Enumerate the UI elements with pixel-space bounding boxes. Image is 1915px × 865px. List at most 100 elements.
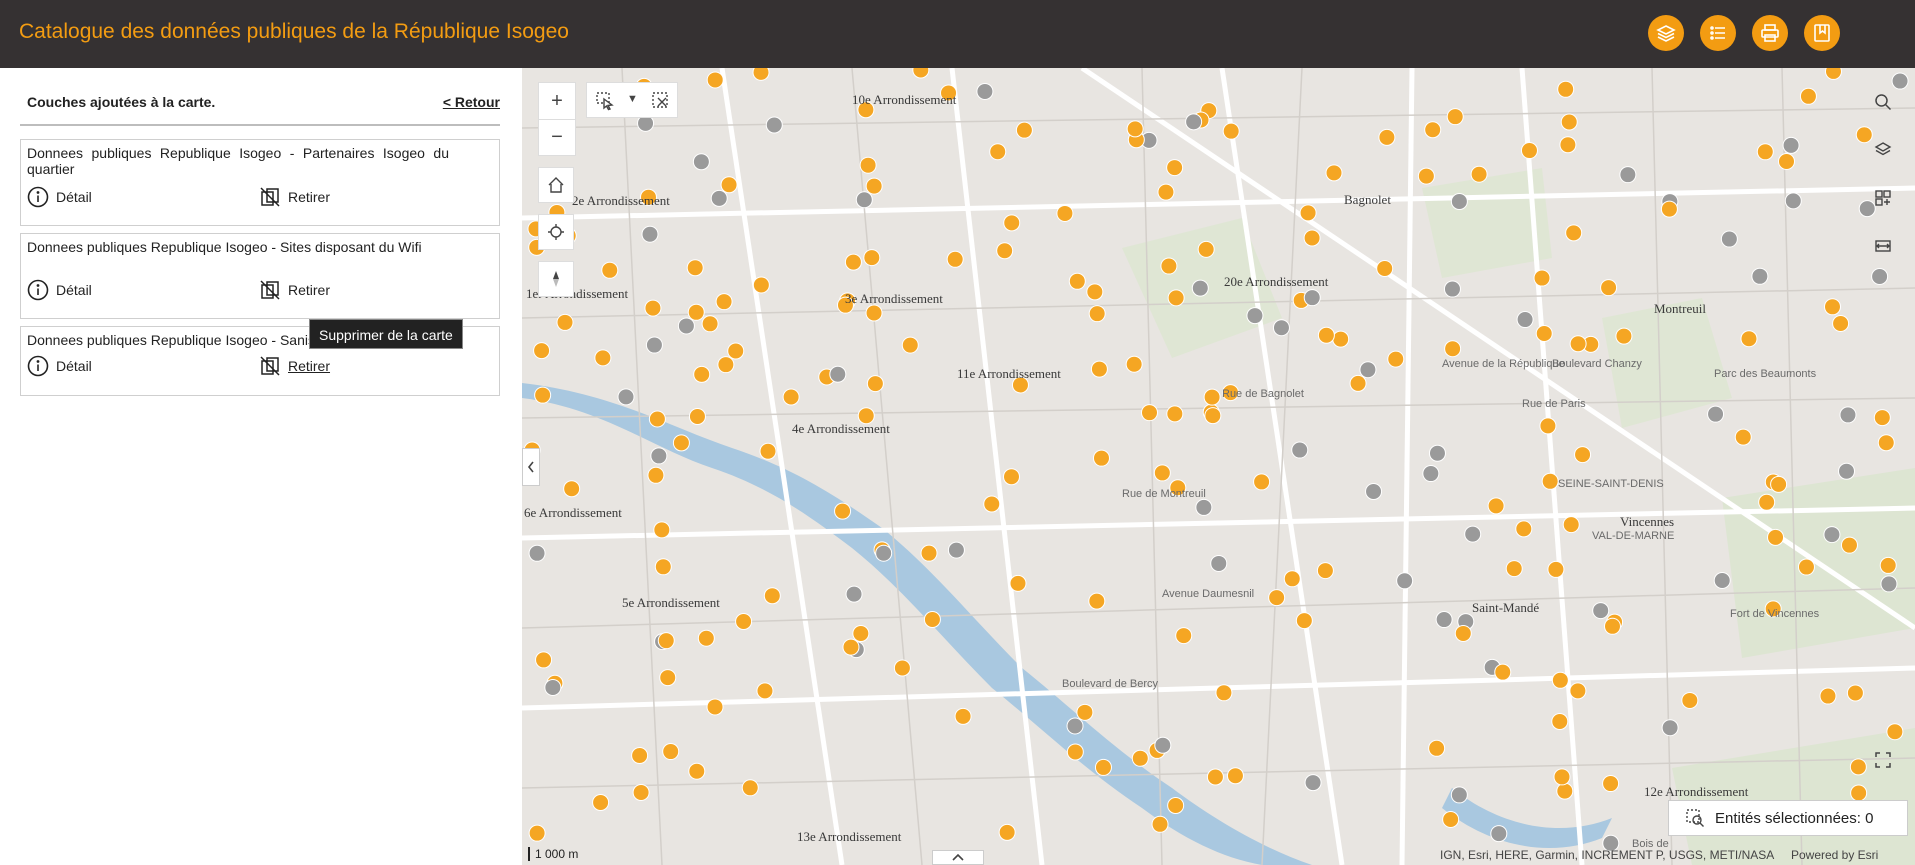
map-marker[interactable] <box>1185 113 1203 131</box>
map-marker[interactable] <box>920 544 938 562</box>
bookmark-button[interactable] <box>1804 15 1840 51</box>
map-marker[interactable] <box>1160 257 1178 275</box>
map-marker[interactable] <box>1450 192 1468 210</box>
map-marker[interactable] <box>1516 311 1534 329</box>
map-marker[interactable] <box>1378 128 1396 146</box>
map-marker[interactable] <box>1056 204 1074 222</box>
map-marker[interactable] <box>1131 749 1149 767</box>
map-marker[interactable] <box>1782 136 1800 154</box>
map-marker[interactable] <box>1215 684 1233 702</box>
map-marker[interactable] <box>1879 556 1897 574</box>
layer-list-button[interactable] <box>1865 132 1901 168</box>
map-marker[interactable] <box>1157 183 1175 201</box>
map-marker[interactable] <box>631 747 649 765</box>
map-marker[interactable] <box>998 823 1016 841</box>
map-marker[interactable] <box>672 434 690 452</box>
map-marker[interactable] <box>1151 815 1169 833</box>
map-marker[interactable] <box>1226 767 1244 785</box>
map-marker[interactable] <box>735 613 753 631</box>
map-marker[interactable] <box>1446 108 1464 126</box>
map-marker[interactable] <box>677 317 695 335</box>
map-marker[interactable] <box>1222 122 1240 140</box>
map-marker[interactable] <box>1154 736 1172 754</box>
map-marker[interactable] <box>1442 810 1460 828</box>
map-marker[interactable] <box>1778 152 1796 170</box>
compass-button[interactable] <box>538 261 574 297</box>
map-marker[interactable] <box>1660 200 1678 218</box>
map-marker[interactable] <box>1751 267 1769 285</box>
map-marker[interactable] <box>1295 612 1313 630</box>
map-marker[interactable] <box>1359 361 1377 379</box>
map-marker[interactable] <box>1191 279 1209 297</box>
map-marker[interactable] <box>855 191 873 209</box>
map-marker[interactable] <box>1713 571 1731 589</box>
map-marker[interactable] <box>1547 560 1565 578</box>
map-marker[interactable] <box>829 365 847 383</box>
map-marker[interactable] <box>875 544 893 562</box>
map-marker[interactable] <box>866 375 884 393</box>
map-marker[interactable] <box>1435 611 1453 629</box>
map-marker[interactable] <box>717 356 735 374</box>
map-marker[interactable] <box>592 794 610 812</box>
map-marker[interactable] <box>1487 497 1505 515</box>
map-marker[interactable] <box>1734 428 1752 446</box>
map-marker[interactable] <box>752 276 770 294</box>
map-marker[interactable] <box>1443 280 1461 298</box>
map-marker[interactable] <box>706 698 724 716</box>
back-link[interactable]: < Retour <box>443 94 500 110</box>
map-marker[interactable] <box>1002 468 1020 486</box>
map-marker[interactable] <box>650 447 668 465</box>
selection-counter[interactable]: Entités sélectionnées: 0 <box>1668 800 1908 836</box>
map-marker[interactable] <box>647 466 665 484</box>
map-marker[interactable] <box>687 303 705 321</box>
map-marker[interactable] <box>693 365 711 383</box>
map-marker[interactable] <box>1756 143 1774 161</box>
home-button[interactable] <box>538 167 574 203</box>
map-marker[interactable] <box>1268 589 1286 607</box>
detail-button[interactable]: Détail <box>27 355 92 377</box>
map-marker[interactable] <box>1166 405 1184 423</box>
map-marker[interactable] <box>865 177 883 195</box>
map-marker[interactable] <box>644 299 662 317</box>
map-marker[interactable] <box>765 116 783 134</box>
map-marker[interactable] <box>692 153 710 171</box>
map-marker[interactable] <box>1167 289 1185 307</box>
map-marker[interactable] <box>1603 617 1621 635</box>
map-marker[interactable] <box>1349 374 1367 392</box>
map-marker[interactable] <box>1556 782 1574 800</box>
map-marker[interactable] <box>1770 475 1788 493</box>
map-marker[interactable] <box>865 304 883 322</box>
map-marker[interactable] <box>756 682 774 700</box>
map-marker[interactable] <box>1551 712 1569 730</box>
map-marker[interactable] <box>759 442 777 460</box>
map-marker[interactable] <box>654 558 672 576</box>
map-marker[interactable] <box>1600 279 1618 297</box>
map-marker[interactable] <box>1494 663 1512 681</box>
map-marker[interactable] <box>1562 516 1580 534</box>
map-marker[interactable] <box>1819 687 1837 705</box>
map-marker[interactable] <box>893 659 911 677</box>
map-marker[interactable] <box>1840 536 1858 554</box>
map-marker[interactable] <box>1365 482 1383 500</box>
map-marker[interactable] <box>533 342 551 360</box>
map-marker[interactable] <box>1823 298 1841 316</box>
map-marker[interactable] <box>989 143 1007 161</box>
map-marker[interactable] <box>688 762 706 780</box>
map-marker[interactable] <box>653 521 671 539</box>
map-marker[interactable] <box>1880 575 1898 593</box>
map-marker[interactable] <box>1832 314 1850 332</box>
expand-bottom-button[interactable] <box>932 850 984 865</box>
map-marker[interactable] <box>641 225 659 243</box>
map-view[interactable]: 10e Arrondissement 2e Arrondissement 3e … <box>522 68 1915 865</box>
map-marker[interactable] <box>1316 562 1334 580</box>
map-marker[interactable] <box>645 336 663 354</box>
map-marker[interactable] <box>1272 319 1290 337</box>
map-marker[interactable] <box>563 480 581 498</box>
map-marker[interactable] <box>996 242 1014 260</box>
map-marker[interactable] <box>1325 164 1343 182</box>
map-marker[interactable] <box>1490 825 1508 843</box>
map-marker[interactable] <box>1090 360 1108 378</box>
clear-selection-button[interactable] <box>651 91 671 116</box>
map-marker[interactable] <box>852 625 870 643</box>
map-marker[interactable] <box>1850 784 1868 802</box>
